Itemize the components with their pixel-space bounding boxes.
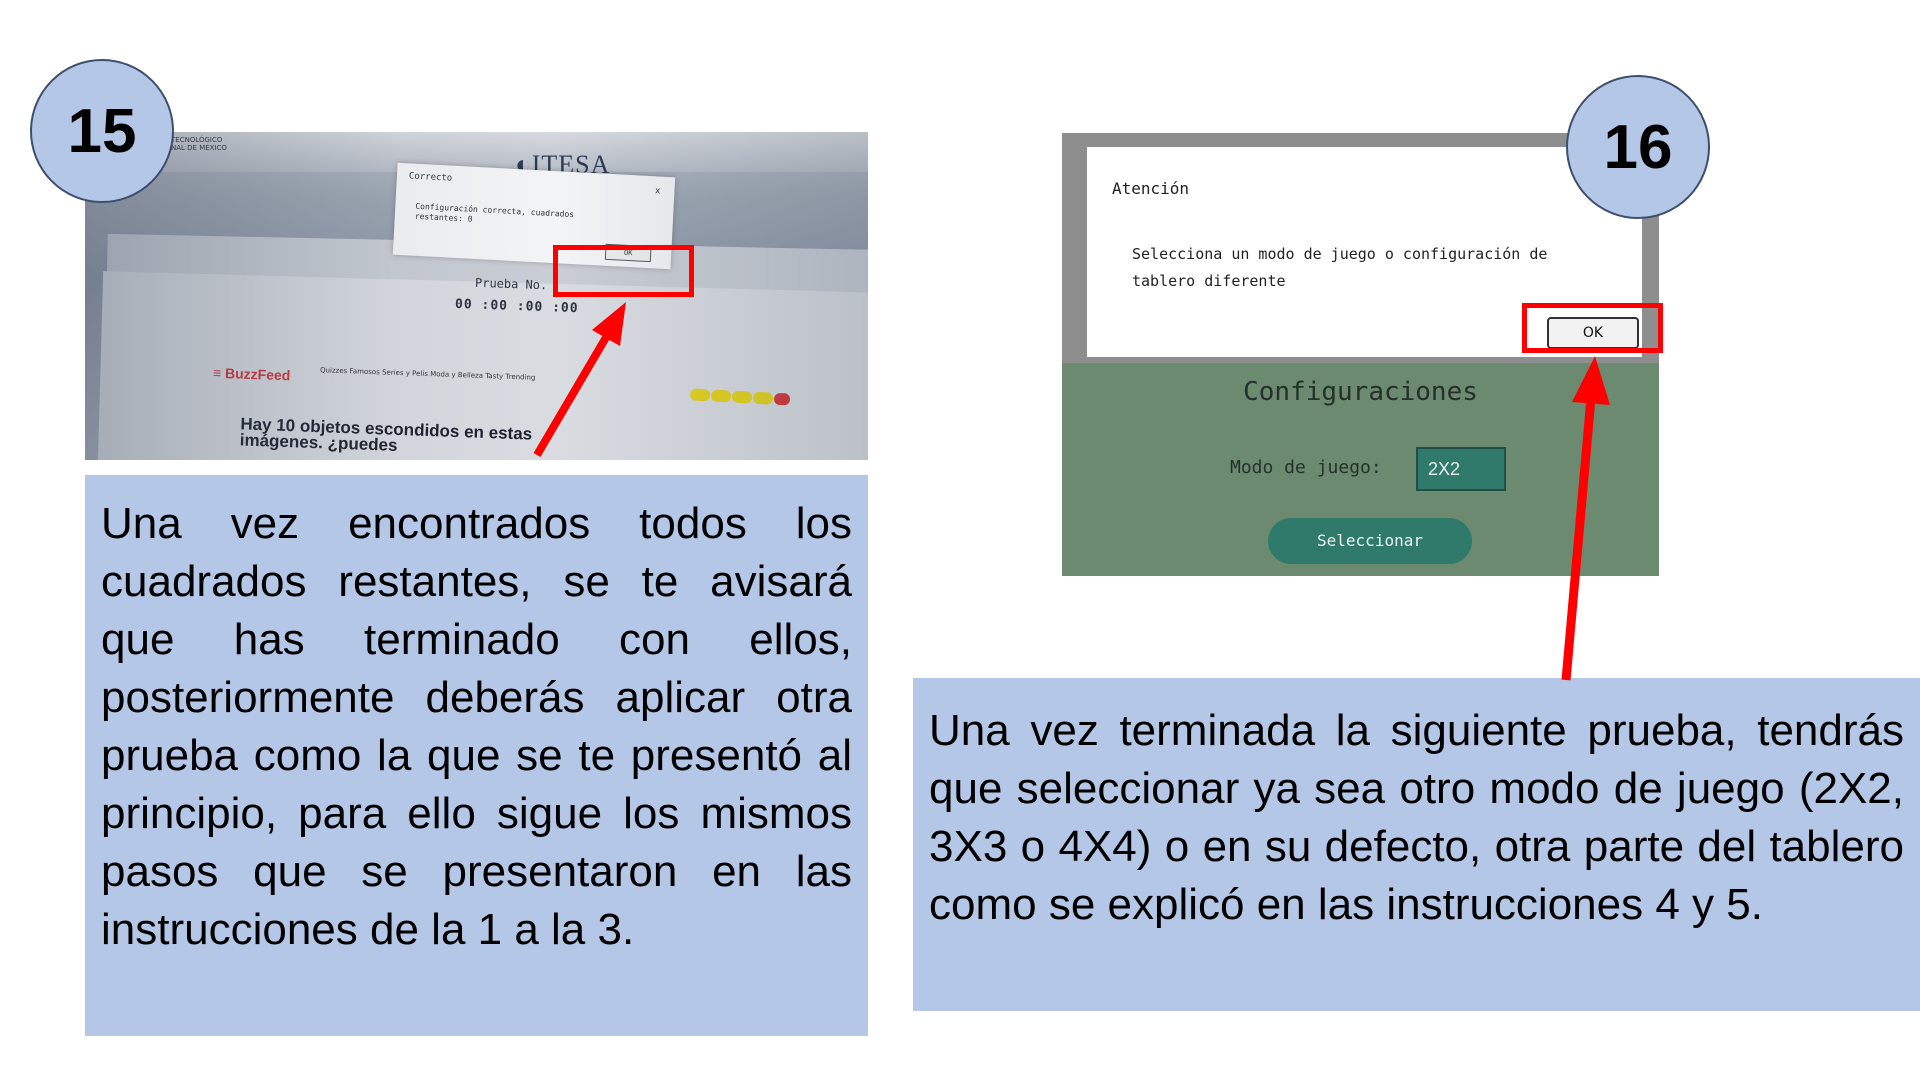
screenshot-step-15: TECNOLÓGICO NAL DE MÉXICO ◐ITESA Correct… [85,132,868,460]
mode-select[interactable]: 2X2 [1416,447,1506,491]
step-number-badge-15: 15 [30,59,174,203]
step-number-badge-16: 16 [1566,75,1710,219]
dialog-title: Atención [1112,179,1190,198]
dialog-title: Correcto [408,171,453,184]
close-icon[interactable]: x [655,186,661,196]
dialog-message: Configuración correcta, cuadrados restan… [414,201,575,224]
highlight-ok-16 [1522,303,1663,353]
screenshot-step-16: Atención Selecciona un modo de juego o c… [1062,133,1659,576]
menu-icon: ≡ [212,364,222,381]
select-button[interactable]: Seleccionar [1268,518,1472,564]
instruction-text-15: Una vez encontrados todos los cuadrados … [85,475,868,1036]
highlight-ok-15 [553,245,694,297]
config-title: Configuraciones [1243,377,1478,407]
site-logo: ≡ BuzzFeed [212,364,291,384]
mode-label: Modo de juego: [1230,457,1382,478]
prueba-label: Prueba No. [474,275,548,293]
dialog-message: Selecciona un modo de juego o configurac… [1132,245,1548,290]
instruction-text-16: Una vez terminada la siguiente prueba, t… [913,678,1920,1011]
logo-caption: TECNOLÓGICO NAL DE MÉXICO [171,136,227,152]
